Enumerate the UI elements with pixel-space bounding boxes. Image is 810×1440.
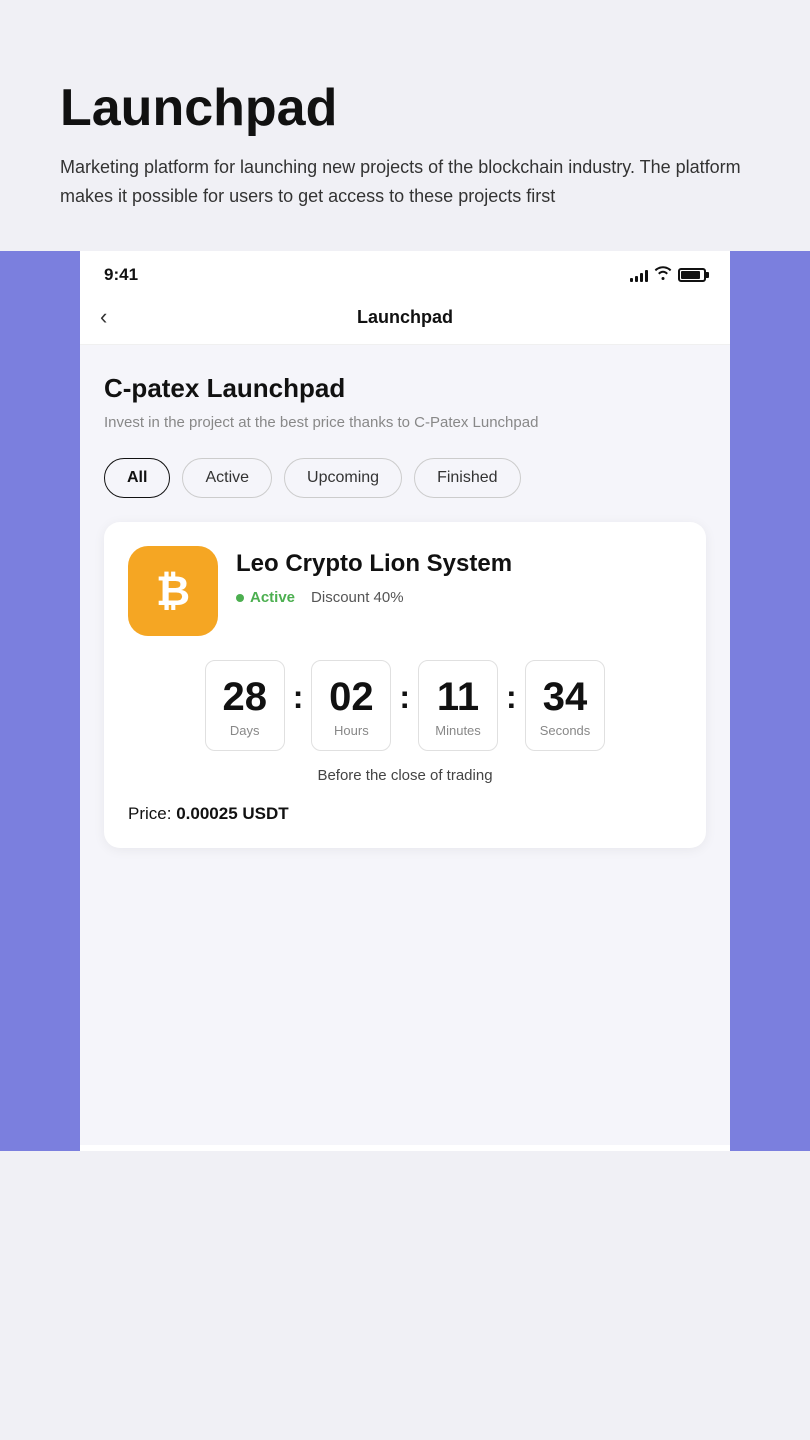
status-bar: 9:41: [80, 251, 730, 295]
project-status-row: Active Discount 40%: [236, 589, 682, 606]
separator-2: :: [391, 679, 418, 716]
price-label: Price:: [128, 804, 171, 823]
days-value: 28: [220, 677, 270, 717]
phone-screen: 9:41: [80, 251, 730, 1151]
project-card: ₿ Leo Crypto Lion System Active Discount…: [104, 522, 706, 848]
back-button[interactable]: ‹: [100, 304, 107, 330]
filter-tab-finished[interactable]: Finished: [414, 458, 520, 498]
section-title: C-patex Launchpad: [104, 373, 706, 404]
top-section: Launchpad Marketing platform for launchi…: [0, 0, 810, 251]
status-badge: Active: [236, 589, 295, 606]
status-dot: [236, 594, 244, 602]
filter-tab-all[interactable]: All: [104, 458, 170, 498]
separator-3: :: [498, 679, 525, 716]
filter-tab-upcoming[interactable]: Upcoming: [284, 458, 402, 498]
countdown-hours: 02 Hours: [311, 660, 391, 751]
price-value: 0.00025 USDT: [176, 804, 288, 823]
page-main-title: Launchpad: [60, 80, 750, 137]
project-name: Leo Crypto Lion System: [236, 550, 682, 579]
content-area: C-patex Launchpad Invest in the project …: [80, 345, 730, 1145]
project-info: Leo Crypto Lion System Active Discount 4…: [236, 546, 682, 606]
nav-title: Launchpad: [357, 307, 453, 328]
filter-tab-active[interactable]: Active: [182, 458, 272, 498]
signal-icon: [630, 268, 648, 282]
discount-badge: Discount 40%: [311, 589, 404, 606]
status-time: 9:41: [104, 265, 138, 285]
status-icons: [630, 266, 706, 283]
project-header: ₿ Leo Crypto Lion System Active Discount…: [128, 546, 682, 636]
countdown-seconds: 34 Seconds: [525, 660, 606, 751]
hours-label: Hours: [326, 723, 376, 738]
right-decoration: [730, 251, 810, 1151]
nav-bar: ‹ Launchpad: [80, 295, 730, 345]
battery-icon: [678, 268, 706, 282]
price-row: Price: 0.00025 USDT: [128, 804, 682, 824]
project-logo: ₿: [128, 546, 218, 636]
bitcoin-icon: ₿: [156, 567, 190, 615]
separator-1: :: [285, 679, 312, 716]
section-desc: Invest in the project at the best price …: [104, 412, 706, 435]
days-label: Days: [220, 723, 270, 738]
countdown-minutes: 11 Minutes: [418, 660, 498, 751]
status-label: Active: [250, 589, 295, 606]
wifi-icon: [654, 266, 672, 283]
countdown-caption: Before the close of trading: [128, 767, 682, 784]
phone-wrapper: 9:41: [0, 251, 810, 1151]
countdown-days: 28 Days: [205, 660, 285, 751]
seconds-label: Seconds: [540, 723, 591, 738]
left-decoration: [0, 251, 80, 1151]
countdown-container: 28 Days : 02 Hours : 11 Minutes :: [128, 660, 682, 751]
filter-tabs: All Active Upcoming Finished: [104, 458, 706, 498]
minutes-value: 11: [433, 677, 483, 717]
minutes-label: Minutes: [433, 723, 483, 738]
page-subtitle: Marketing platform for launching new pro…: [60, 153, 750, 211]
seconds-value: 34: [540, 677, 591, 717]
hours-value: 02: [326, 677, 376, 717]
